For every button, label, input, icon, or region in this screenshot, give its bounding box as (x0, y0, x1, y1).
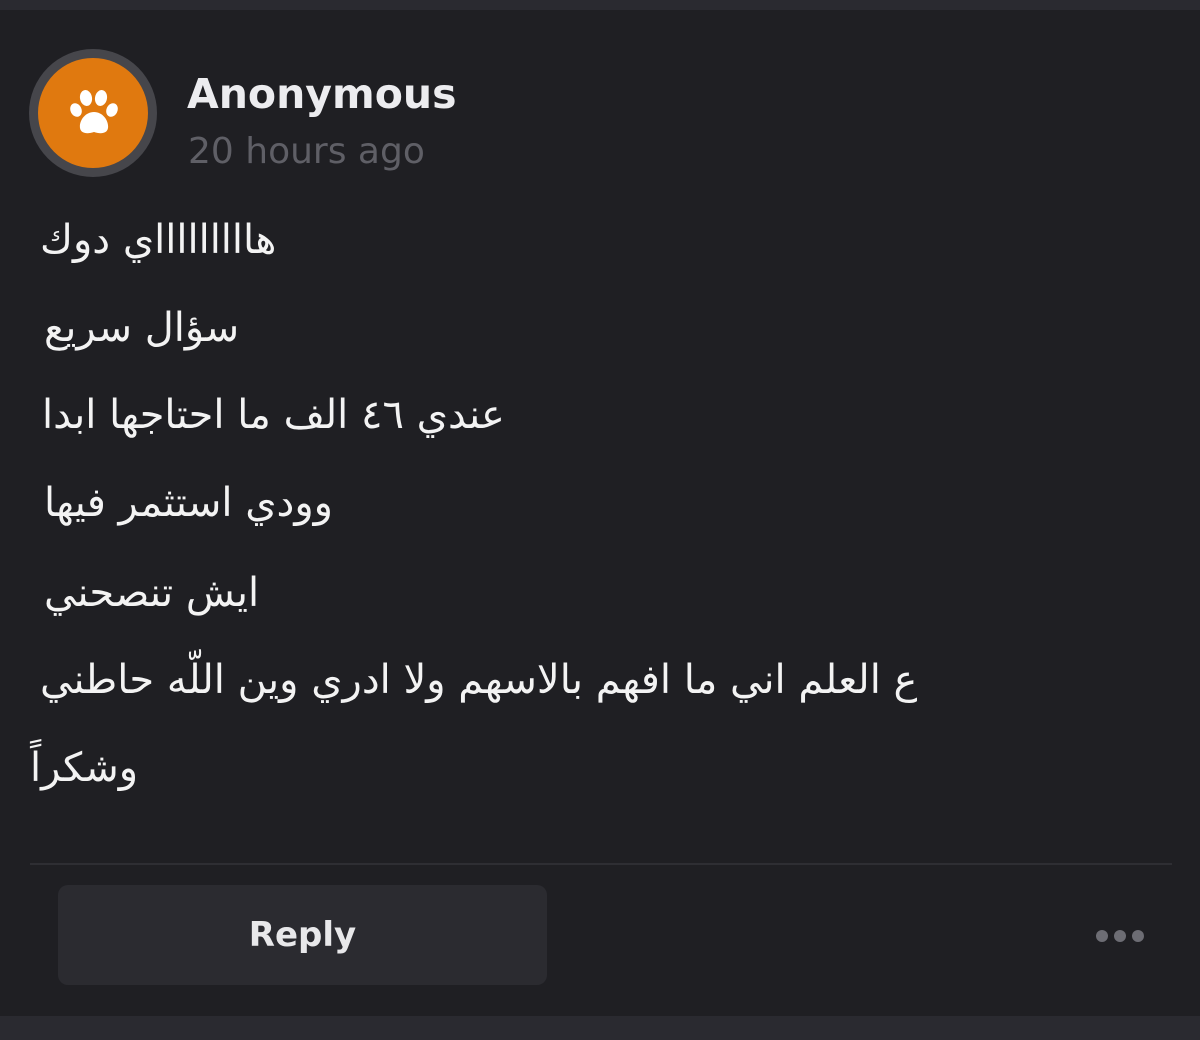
comment-text-line: عندي ٤٦ الف ما احتاجها ابدا (42, 392, 505, 438)
comment-text-line: ع العلم اني ما افهم بالاسهم ولا ادري وين… (40, 657, 918, 703)
more-options-button[interactable] (1090, 918, 1150, 954)
divider (30, 863, 1172, 865)
avatar[interactable] (29, 49, 157, 177)
comment-timestamp: 20 hours ago (188, 131, 425, 172)
top-edge (0, 0, 1200, 10)
comment-card: Anonymous 20 hours ago هاااااااااي دوك س… (0, 10, 1200, 1016)
paw-icon (70, 90, 118, 134)
bottom-edge (0, 1016, 1200, 1040)
author-name[interactable]: Anonymous (187, 68, 456, 120)
avatar-background (38, 58, 148, 168)
comment-text-line: وشكراً (30, 745, 139, 791)
comment-text-line: سؤال سريع (44, 305, 240, 351)
comment-text-line: هاااااااااي دوك (40, 217, 277, 263)
comment-text-line: ايش تنصحني (44, 570, 260, 616)
reply-button-label: Reply (248, 915, 357, 955)
reply-button[interactable]: Reply (58, 885, 547, 985)
comment-text-line: وودي استثمر فيها (44, 480, 333, 526)
